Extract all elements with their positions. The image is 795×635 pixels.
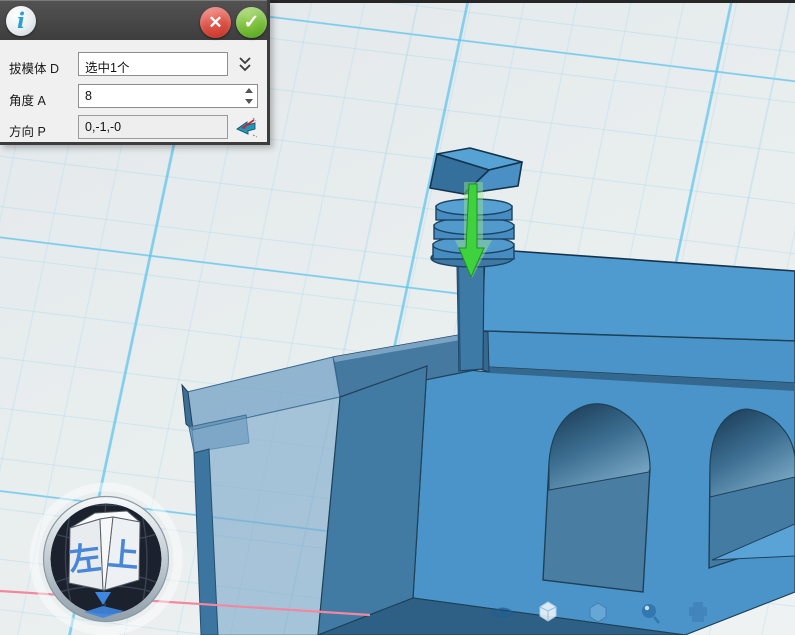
view-cube-face-label-up[interactable]: 上 [106,536,141,575]
dialog-titlebar[interactable]: i ✕ ✓ [0,0,267,40]
angle-label: 角度 A [9,90,46,109]
info-icon: i [6,6,36,36]
draft-body-input[interactable]: 选中1个 [78,52,228,76]
check-icon: ✓ [244,12,260,33]
direction-picker-icon[interactable] [235,115,259,144]
direction-label: 方向 P [9,121,46,140]
spinner-up-icon [245,88,253,93]
expand-chevron-icon[interactable] [237,55,253,80]
view-cube-face-label-left[interactable]: 左 [67,539,103,579]
building-roof-slope[interactable] [482,249,795,341]
direction-input[interactable]: 0,-1,-0 [78,115,228,139]
cancel-icon: ✕ [208,13,222,32]
cad-application-window: 左 上 i ✕ ✓ 拔模体 D 选中1个 角度 A 8 [0,0,795,635]
arch-opening-right[interactable] [709,409,795,568]
spinner-down-icon [245,99,253,104]
angle-input[interactable]: 8 [78,84,258,108]
cancel-button[interactable]: ✕ [200,7,231,38]
angle-spinner[interactable] [243,86,255,111]
draft-dialog: i ✕ ✓ 拔模体 D 选中1个 角度 A 8 方向 P [0,0,270,145]
view-cube-navigator[interactable]: 左 上 [34,487,178,635]
arch-opening-left[interactable] [543,404,650,592]
draft-body-label: 拔模体 D [9,58,59,77]
confirm-button[interactable]: ✓ [236,7,267,38]
